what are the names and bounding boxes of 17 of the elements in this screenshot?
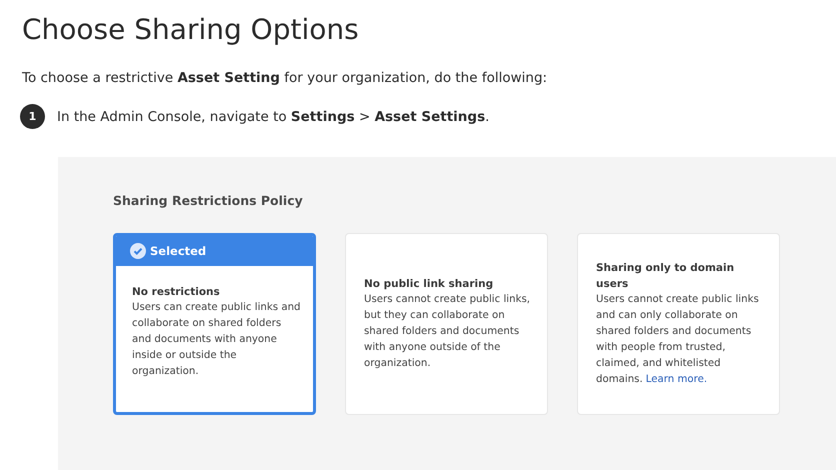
intro-text: To choose a restrictive Asset Setting for your organization, do the following: [22, 69, 548, 87]
option-name: No public link sharing [364, 277, 494, 292]
option-card[interactable]: No public link sharing Users cannot create public links, but they can collaborate on shared folders and documents with anyone outside of the organization. [345, 233, 548, 415]
learn-more-link[interactable]: Learn more. [646, 374, 708, 385]
step-number: 1 [20, 104, 45, 129]
option-description: Users cannot create public links and can only collaborate on shared folders and documents with people from trusted, claimed, and whitelisted domains. Learn more. [596, 293, 760, 387]
option-card[interactable]: Sharing only to domain users Users cannot create public links and can only collaborate on shared folders and documents with people from trusted, claimed, and whitelisted domains. Learn more. [577, 233, 780, 415]
selected-label: Selected [150, 244, 206, 258]
option-card[interactable]: Selected No restrictions Users can create public links and collaborate on shared folders and documents with anyone inside or outside the organization. [113, 233, 316, 415]
panel-heading: Sharing Restrictions Policy [113, 193, 304, 208]
check-icon [130, 243, 146, 259]
option-name: Sharing only to domain users [596, 261, 736, 292]
step-text: In the Admin Console, navigate to Settings > Asset Settings. [57, 108, 490, 124]
option-description: Users cannot create public links, but they can collaborate on shared folders and documents with anyone outside of the organization. [364, 293, 532, 371]
option-name: No restrictions [132, 285, 221, 300]
option-description: Users can create public links and collaborate on shared folders and documents with anyone inside or outside the organization. [132, 301, 302, 379]
page-title: Choose Sharing Options [22, 12, 360, 48]
